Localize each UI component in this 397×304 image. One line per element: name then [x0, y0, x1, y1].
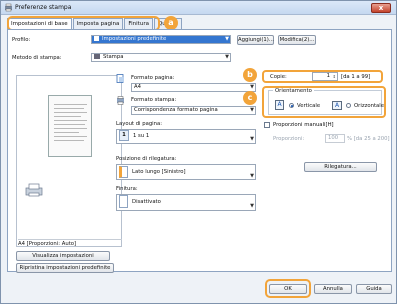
copies-label: Copie: [270, 74, 287, 80]
page-size-value: A4 [134, 84, 141, 90]
portrait-radio[interactable] [289, 103, 294, 108]
cancel-button[interactable]: Annulla [314, 284, 352, 294]
output-size-select[interactable]: Corrispondenza formato pagina ▼ [131, 106, 256, 115]
add-profile-button[interactable]: Aggiungi(1)... [237, 35, 274, 45]
callout-badge-b: b [243, 68, 257, 82]
chevron-down-icon: ▼ [250, 107, 254, 113]
layout-label: Layout di pagina: [116, 121, 163, 127]
landscape-icon: A [332, 101, 342, 110]
orientation-title: Orientamento [273, 88, 314, 94]
binding-icon [119, 165, 128, 178]
page-preview: A4 [Proporzioni: Auto] [16, 75, 122, 247]
output-method-select[interactable]: Stampa ▼ [91, 53, 231, 62]
chevron-down-icon: ▼ [250, 84, 254, 90]
profile-select[interactable]: Impostazioni predefinite ▼ [91, 35, 231, 44]
binding-value: Lato lungo [Sinistro] [132, 169, 186, 175]
finishing-value: Disattivato [132, 199, 161, 205]
layout-select[interactable]: 1 1 su 1 ▼ [116, 129, 256, 144]
help-button[interactable]: Guida [356, 284, 392, 294]
view-settings-button[interactable]: Visualizza impostazioni [16, 251, 110, 261]
ok-button[interactable]: OK [269, 284, 307, 294]
chevron-down-icon: ▼ [250, 203, 254, 209]
printer-preview-icon [25, 183, 43, 197]
copies-value: 1 [326, 73, 330, 79]
chevron-down-icon: ▼ [250, 136, 254, 142]
page-size-select[interactable]: A4 ▼ [131, 83, 256, 92]
restore-defaults-button[interactable]: Ripristina impostazioni predefinite [16, 263, 114, 273]
output-size-label: Formato stampa: [131, 97, 177, 103]
landscape-radio[interactable] [346, 103, 351, 108]
orientation-group: Orientamento A Verticale A Orizzontale [268, 88, 384, 115]
printer-small-icon [94, 54, 100, 59]
scale-range: % [da 25 a 200] [347, 136, 390, 142]
manual-scaling-label[interactable]: Proporzioni manuali[H] [273, 122, 334, 128]
chevron-down-icon: ▼ [225, 54, 229, 60]
title-bar: Preferenze stampa x [1, 1, 396, 15]
binding-label: Posizione di rilegatura: [116, 156, 177, 162]
output-method-value: Stampa [103, 54, 124, 60]
spinner-arrows-icon[interactable]: ⇕ [333, 73, 336, 80]
printer-icon [5, 3, 12, 12]
basic-settings-panel: Profilo: Impostazioni predefinite ▼ Aggi… [7, 29, 392, 273]
page-size-label: Formato pagina: [131, 75, 175, 81]
callout-badge-a: a [164, 16, 178, 30]
chevron-down-icon: ▼ [225, 36, 229, 42]
output-size-value: Corrispondenza formato pagina [134, 107, 218, 113]
layout-value: 1 su 1 [133, 133, 150, 139]
edit-profile-button[interactable]: Modifica(2)... [278, 35, 316, 45]
page-size-icon [116, 74, 124, 83]
scale-label: Proporzioni: [273, 136, 305, 142]
portrait-icon: A [275, 100, 284, 110]
landscape-label[interactable]: Orizzontale [354, 103, 384, 109]
scale-value: 100 [328, 135, 339, 141]
scale-input[interactable]: 100 [325, 134, 345, 143]
layout-icon: 1 [119, 130, 129, 141]
output-method-label: Metodo di stampa: [12, 55, 62, 61]
preview-page [48, 95, 92, 157]
window-title: Preferenze stampa [15, 4, 72, 11]
profile-icon [94, 36, 99, 41]
chevron-down-icon: ▼ [250, 173, 254, 179]
gutter-button[interactable]: Rilegatura... [304, 162, 377, 172]
finishing-label: Finitura: [116, 186, 138, 192]
copies-input[interactable]: 1 ⇕ [312, 72, 338, 81]
callout-badge-c: c [243, 91, 257, 105]
copies-range: [da 1 a 99] [341, 74, 371, 80]
close-button[interactable]: x [371, 3, 391, 13]
manual-scaling-checkbox[interactable] [264, 122, 270, 128]
profile-value: Impostazioni predefinite [102, 36, 167, 42]
preview-caption: A4 [Proporzioni: Auto] [18, 239, 122, 247]
finishing-select[interactable]: Disattivato ▼ [116, 194, 256, 211]
finishing-icon [119, 195, 128, 208]
output-size-icon [117, 96, 124, 105]
binding-select[interactable]: Lato lungo [Sinistro] ▼ [116, 164, 256, 180]
print-preferences-window: Preferenze stampa x Impostazioni di base… [0, 0, 397, 304]
profile-label: Profilo: [12, 37, 31, 43]
portrait-label[interactable]: Verticale [297, 103, 320, 109]
